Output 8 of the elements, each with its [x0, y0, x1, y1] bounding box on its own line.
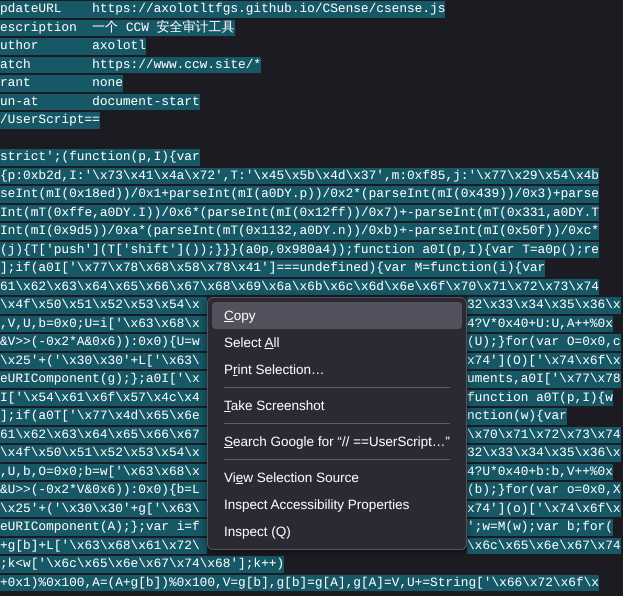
menu-item[interactable]: Select All	[212, 329, 462, 356]
menu-item[interactable]: Inspect (Q)	[212, 518, 462, 545]
menu-item[interactable]: Take Screenshot	[212, 392, 462, 419]
menu-item[interactable]: Copy	[212, 302, 462, 329]
menu-item[interactable]: Inspect Accessibility Properties	[212, 491, 462, 518]
menu-item[interactable]: View Selection Source	[212, 464, 462, 491]
menu-item[interactable]: Print Selection…	[212, 356, 462, 383]
menu-item[interactable]: Search Google for “// ==UserScript…”	[212, 428, 462, 455]
